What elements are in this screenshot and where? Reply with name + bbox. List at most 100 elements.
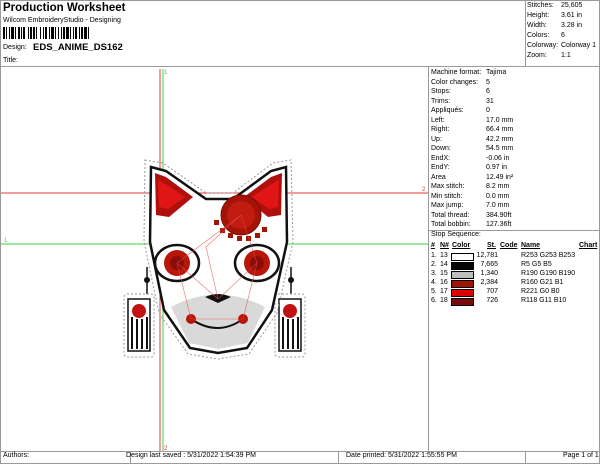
col-head-name: Name [521, 242, 541, 249]
stop-color-name: R118 G11 B10 [521, 297, 567, 304]
marker-right: 2 [422, 187, 426, 193]
stop-num: 5. [431, 288, 437, 295]
footer-page: Page 1 of 1 [563, 452, 599, 459]
color-swatch [451, 271, 474, 279]
stat-key: Down: [431, 145, 451, 152]
stop-needle: 18 [440, 297, 448, 304]
col-head-num: # [431, 242, 435, 249]
stat-key: Max stitch: [431, 183, 465, 190]
stop-row: 6. 18 726 R118 G11 B10 [431, 297, 599, 307]
stop-needle: 14 [440, 261, 448, 268]
stat-key: Trims: [431, 97, 451, 105]
footer-authors: Authors: [3, 452, 30, 459]
stat-value: Tajima [486, 69, 507, 76]
col-head-needle: N# [440, 242, 449, 249]
summary-divider [525, 0, 526, 67]
stop-stitches: 707 [486, 288, 498, 295]
stat-value: 127.36ft [486, 221, 512, 228]
color-swatch [451, 253, 474, 261]
stat-value: 54.5 mm [486, 145, 514, 152]
color-swatch [451, 280, 474, 288]
footer-last-saved: Design last saved : 5/31/2022 1:54:39 PM [126, 452, 256, 459]
left-tassel [123, 267, 155, 358]
stat-key: Left: [431, 116, 445, 124]
stat-key: Total bobbin: [431, 221, 471, 228]
stat-value: 42.2 mm [486, 135, 514, 143]
design-canvas: 1 2 1 2 [1, 69, 428, 451]
footer-sep-2 [338, 451, 339, 463]
marker-left: 1 [4, 238, 8, 244]
design-name: EDS_ANIME_DS162 [33, 42, 123, 53]
summary-value: 1:1 [561, 52, 571, 59]
stat-key: Color changes: [431, 78, 479, 86]
stat-value: 8.2 mm [486, 183, 510, 190]
stat-key: Up: [431, 135, 442, 143]
stat-value: 66.4 mm [486, 126, 514, 133]
stat-value: 6 [486, 88, 490, 95]
title-label: Title: [3, 57, 18, 64]
stat-value: 5 [486, 78, 490, 86]
stat-key: EndY: [431, 164, 450, 171]
stat-value: 0.97 in [486, 164, 508, 171]
stat-value: 12.49 in² [486, 173, 514, 181]
stat-key: Appliqués: [431, 107, 464, 114]
stat-key: EndX: [431, 154, 451, 162]
stop-needle: 16 [440, 279, 448, 286]
summary-value: 25,605 [561, 2, 583, 9]
color-swatch [451, 298, 474, 306]
stat-key: Min stitch: [431, 192, 463, 200]
summary-value: 6 [561, 32, 565, 39]
stat-value: 31 [486, 97, 494, 105]
summary-key: Stitches: [527, 2, 554, 9]
footer-printed: Date printed: 5/31/2022 1:55:55 PM [346, 452, 457, 459]
panel-divider [428, 67, 429, 451]
design-label: Design: [3, 44, 27, 51]
stop-num: 3. [431, 270, 437, 277]
stop-stitches: 1,340 [480, 270, 498, 277]
summary-key: Colorway: [527, 42, 559, 49]
stat-key: Stops: [431, 88, 451, 95]
color-swatch [451, 262, 474, 270]
stop-needle: 13 [440, 252, 448, 259]
stop-color-name: R253 G253 B253 [521, 252, 576, 259]
stop-needle: 15 [440, 270, 448, 277]
stat-key: Max jump: [431, 202, 464, 209]
col-head-color: Color [452, 242, 471, 249]
stop-color-name: R190 G190 B190 [521, 270, 576, 277]
stat-value: 7.0 mm [486, 202, 510, 209]
col-head-st: St. [487, 242, 496, 249]
stop-num: 2. [431, 261, 437, 268]
stop-num: 6. [431, 297, 437, 304]
stat-value: 0.0 mm [486, 192, 510, 200]
col-head-chart: Chart [579, 242, 598, 249]
footer-sep-3 [525, 451, 526, 463]
barcode-image [3, 27, 129, 39]
stat-value: -0.06 in [486, 154, 510, 162]
stop-needle: 17 [440, 288, 448, 295]
col-head-code: Code [500, 242, 518, 249]
summary-key: Height: [527, 12, 550, 19]
stop-stitches: 2,384 [480, 279, 498, 286]
stat-key: Total thread: [431, 211, 470, 219]
stat-key: Area [431, 173, 446, 181]
software-name: Wilcom EmbroideryStudio - Designing [3, 17, 121, 24]
stop-color-name: R160 G21 B1 [521, 279, 564, 286]
stat-value: 17.0 mm [486, 116, 514, 124]
stat-key: Right: [431, 126, 450, 133]
stop-color-name: R221 G0 B0 [521, 288, 560, 295]
summary-key: Colors: [527, 32, 550, 39]
summary-key: Zoom: [527, 52, 547, 59]
summary-key: Width: [527, 22, 547, 29]
page-title: Production Worksheet [3, 2, 126, 14]
stat-value: 384.90ft [486, 211, 512, 219]
stop-stitches: 12,781 [476, 252, 498, 259]
summary-value: Colorway 1 [561, 42, 597, 49]
footer-divider [0, 451, 599, 452]
stat-value: 0 [486, 107, 490, 114]
color-swatch [451, 289, 474, 297]
stop-color-name: R5 G5 B5 [521, 261, 552, 268]
stop-stitches: 726 [486, 297, 498, 304]
marker-top: 1 [164, 70, 168, 76]
stat-key: Machine format: [431, 69, 482, 76]
stop-num: 1. [431, 252, 437, 259]
